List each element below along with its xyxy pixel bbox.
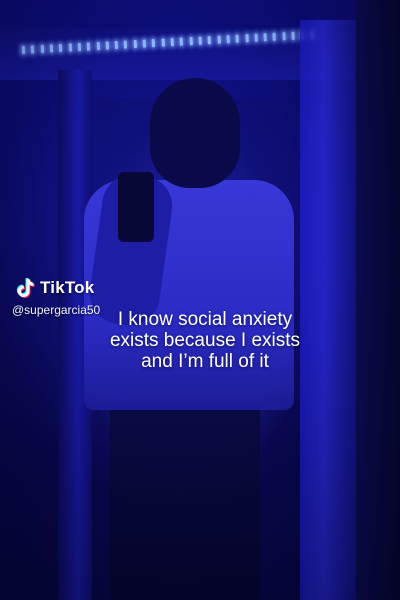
caption-line: I know social anxiety xyxy=(117,309,293,330)
caption-line: and I’m full of it xyxy=(141,351,269,372)
tiktok-logo-icon xyxy=(16,278,35,298)
video-frame: TikTok @supergarcia50 I know social anxi… xyxy=(0,0,400,600)
caption-line: exists because I exists xyxy=(109,330,301,351)
video-caption: I know social anxiety exists because I e… xyxy=(40,309,370,372)
tiktok-brand-label: TikTok xyxy=(40,278,95,297)
